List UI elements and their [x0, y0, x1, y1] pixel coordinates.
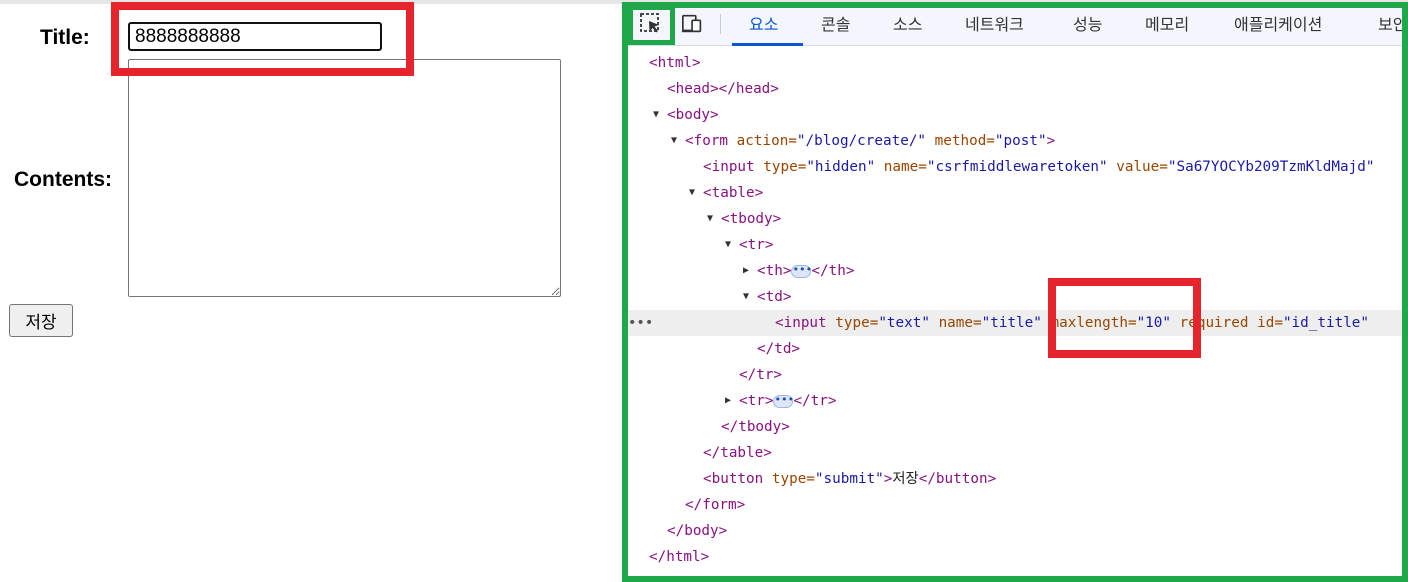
dom-node-td[interactable]: ▼ <td>	[622, 284, 791, 310]
title-label: Title:	[40, 26, 90, 49]
contents-label: Contents:	[14, 168, 112, 191]
dom-node-title-input-selected[interactable]: <input type="text" name="title" maxlengt…	[622, 310, 1408, 336]
tab-elements[interactable]: 요소	[749, 2, 778, 45]
save-button[interactable]: 저장	[9, 304, 73, 337]
expand-triangle-icon[interactable]: ▼	[707, 206, 721, 232]
dom-node-th[interactable]: ▶ <th>•••</th>	[622, 258, 854, 284]
tab-console[interactable]: 콘솔	[821, 2, 850, 45]
expand-triangle-icon[interactable]: ▼	[743, 284, 757, 310]
ellipsis-badge[interactable]: •••	[791, 264, 812, 278]
expand-triangle-icon[interactable]: ▼	[653, 102, 667, 128]
device-toolbar-icon[interactable]	[681, 12, 705, 36]
ellipsis-badge[interactable]: •••	[773, 394, 794, 408]
tab-performance[interactable]: 성능	[1073, 2, 1102, 45]
dom-node-body-close[interactable]: </body>	[622, 518, 727, 544]
dom-node-body[interactable]: ▼ <body>	[622, 102, 719, 128]
dom-node-tr-collapsed[interactable]: ▶ <tr>•••</tr>	[622, 388, 836, 414]
more-options-icon[interactable]: •••	[628, 310, 653, 336]
collapse-triangle-icon[interactable]: ▶	[725, 388, 739, 414]
dom-node-form-close[interactable]: </form>	[622, 492, 745, 518]
dom-node-tr[interactable]: ▼ <tr>	[622, 232, 773, 258]
dom-node-head[interactable]: <head></head>	[622, 76, 779, 102]
dom-node-form[interactable]: ▼ <form action="/blog/create/" method="po…	[622, 128, 1055, 154]
dom-node-tr-close[interactable]: </tr>	[622, 362, 782, 388]
maxlength-value: "10"	[1136, 315, 1172, 331]
inspect-element-icon[interactable]	[639, 12, 663, 36]
dom-node-table-close[interactable]: </table>	[622, 440, 772, 466]
title-input[interactable]	[128, 22, 382, 51]
dom-node-button[interactable]: <button type="submit">저장</button>	[622, 466, 996, 492]
dom-node-tbody[interactable]: ▼ <tbody>	[622, 206, 781, 232]
tab-application[interactable]: 애플리케이션	[1234, 2, 1322, 45]
dom-node-tbody-close[interactable]: </tbody>	[622, 414, 790, 440]
contents-textarea[interactable]	[128, 59, 561, 297]
maxlength-attribute: maxlength=	[1050, 315, 1137, 331]
blog-create-page: Title: Contents: 저장	[0, 0, 622, 582]
dom-node-html-close[interactable]: </html>	[622, 544, 709, 570]
devtools-toolbar: 요소 콘솔 소스 네트워크 성능 메모리 애플리케이션 보안	[622, 2, 1408, 46]
dom-node-table[interactable]: ▼ <table>	[622, 180, 763, 206]
expand-triangle-icon[interactable]: ▼	[689, 180, 703, 206]
expand-triangle-icon[interactable]: ▼	[671, 128, 685, 154]
dom-node-html[interactable]: <html>	[622, 50, 701, 76]
tab-network[interactable]: 네트워크	[965, 2, 1024, 45]
tab-security[interactable]: 보안	[1378, 2, 1407, 45]
toolbar-separator	[720, 14, 721, 34]
tab-sources[interactable]: 소스	[893, 2, 922, 45]
expand-triangle-icon[interactable]: ▼	[725, 232, 739, 258]
dom-tree: <html> <head></head> ▼ <body> ▼ <form acti…	[622, 46, 1408, 582]
devtools-panel: 요소 콘솔 소스 네트워크 성능 메모리 애플리케이션 보안 <html> <h…	[622, 2, 1408, 582]
dom-node-td-close[interactable]: </td>	[622, 336, 800, 362]
collapse-triangle-icon[interactable]: ▶	[743, 258, 757, 284]
dom-node-hidden-input[interactable]: <input type="hidden" name="csrfmiddlewar…	[622, 154, 1374, 180]
tab-memory[interactable]: 메모리	[1145, 2, 1189, 45]
